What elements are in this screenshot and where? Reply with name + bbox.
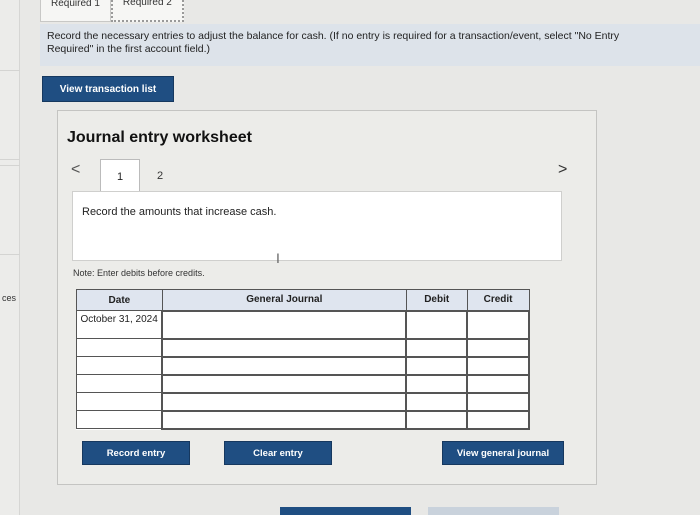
- date-cell: [76, 374, 163, 393]
- date-cell[interactable]: October 31, 2024: [76, 310, 163, 339]
- header-debit: Debit: [405, 289, 468, 311]
- account-input[interactable]: [161, 337, 408, 358]
- account-input[interactable]: [161, 355, 408, 376]
- chevron-right-icon[interactable]: >: [558, 161, 567, 179]
- bottom-nav-button[interactable]: [280, 507, 411, 515]
- credit-input[interactable]: [466, 391, 530, 412]
- bottom-nav-button-secondary[interactable]: [428, 507, 559, 515]
- table-row: [76, 373, 530, 394]
- credit-input[interactable]: [466, 373, 530, 394]
- side-label: ces: [2, 293, 17, 303]
- table-row: October 31, 2024: [76, 309, 530, 340]
- instructions-panel: Record the necessary entries to adjust t…: [40, 24, 700, 66]
- clear-entry-button[interactable]: Clear entry: [224, 441, 332, 465]
- debit-input[interactable]: [405, 391, 469, 412]
- prompt-text: Record the amounts that increase cash.: [82, 206, 277, 218]
- prompt-box: Record the amounts that increase cash. I: [72, 191, 562, 266]
- view-general-journal-button[interactable]: View general journal: [442, 441, 564, 465]
- table-row: [76, 355, 530, 376]
- step-tab-2[interactable]: 2: [140, 159, 180, 193]
- tab-required-2[interactable]: Required 2: [110, 0, 184, 22]
- date-cell: [76, 356, 163, 375]
- date-cell: [76, 338, 163, 357]
- table-row: [76, 337, 530, 358]
- debit-input[interactable]: [405, 355, 469, 376]
- worksheet-title: Journal entry worksheet: [67, 129, 252, 146]
- header-date: Date: [76, 289, 163, 311]
- chevron-left-icon[interactable]: <: [71, 161, 80, 179]
- tab-required-1[interactable]: Required 1: [40, 0, 111, 22]
- left-margin-panel: [0, 165, 20, 255]
- credit-input[interactable]: [466, 337, 530, 358]
- credit-input[interactable]: [466, 409, 530, 430]
- debit-input[interactable]: [405, 337, 469, 358]
- requirement-tabs: Required 1 Required 2: [40, 0, 184, 22]
- account-input[interactable]: [161, 309, 408, 340]
- table-row: [76, 409, 530, 430]
- journal-entry-worksheet: Journal entry worksheet < 1 2 > Record t…: [57, 110, 597, 485]
- step-tab-1[interactable]: 1: [100, 159, 140, 193]
- record-entry-button[interactable]: Record entry: [82, 441, 190, 465]
- journal-table: Date General Journal Debit Credit Octobe…: [76, 289, 530, 430]
- credit-input[interactable]: [466, 355, 530, 376]
- date-cell: [76, 410, 163, 429]
- debit-input[interactable]: [405, 409, 469, 430]
- header-general-journal: General Journal: [161, 289, 407, 311]
- instructions-line-2: Required" in the first account field.): [47, 43, 211, 55]
- left-margin-panel: [0, 70, 20, 160]
- debit-input[interactable]: [405, 373, 469, 394]
- view-transaction-list-button[interactable]: View transaction list: [42, 76, 174, 102]
- left-margin: [0, 0, 20, 515]
- note-text: Note: Enter debits before credits.: [73, 268, 205, 278]
- account-input[interactable]: [161, 373, 408, 394]
- account-input[interactable]: [161, 409, 408, 430]
- date-cell: [76, 392, 163, 411]
- debit-input[interactable]: [405, 309, 469, 340]
- credit-input[interactable]: [466, 309, 530, 340]
- instructions-line-1: Record the necessary entries to adjust t…: [47, 30, 620, 42]
- header-credit: Credit: [466, 289, 530, 311]
- text-cursor-icon: I: [276, 250, 280, 266]
- account-input[interactable]: [161, 391, 408, 412]
- table-row: [76, 391, 530, 412]
